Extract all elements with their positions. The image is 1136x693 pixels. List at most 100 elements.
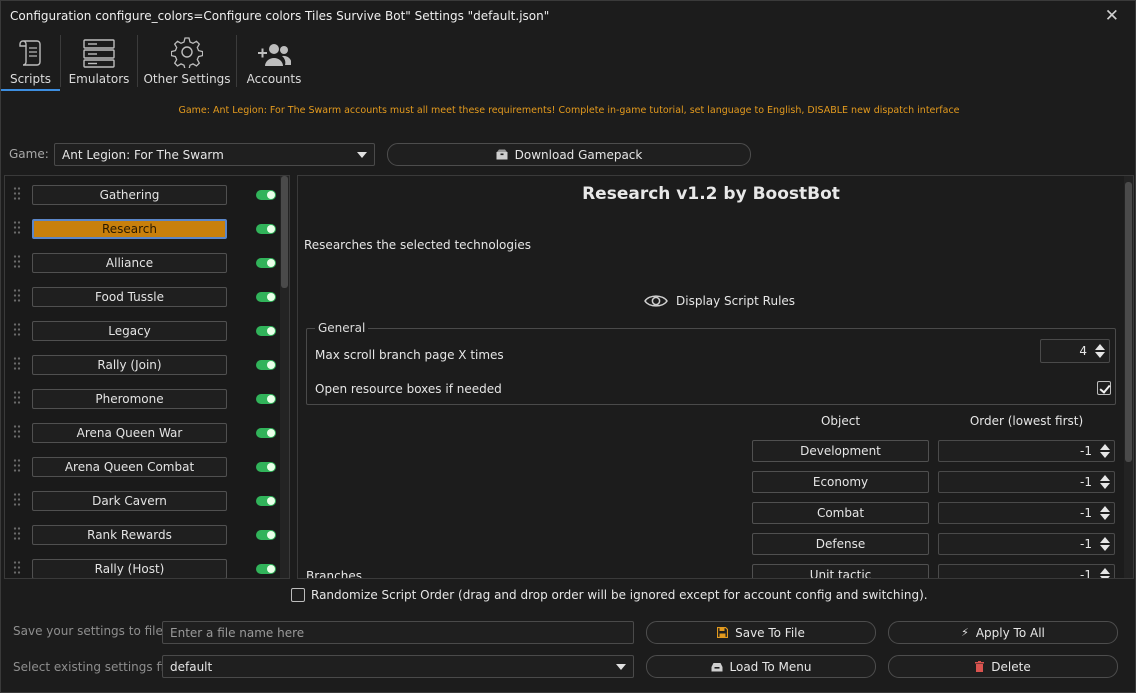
drag-handle-icon[interactable] xyxy=(13,322,21,338)
script-button-gathering[interactable]: Gathering xyxy=(32,185,227,205)
drag-handle-icon[interactable] xyxy=(13,560,21,576)
tab-scripts[interactable]: Scripts xyxy=(1,31,60,91)
list-item: Research xyxy=(5,212,281,246)
list-item: Gathering xyxy=(5,178,281,212)
script-toggle[interactable] xyxy=(256,564,276,574)
stepper-arrows-icon[interactable] xyxy=(1100,506,1110,520)
drag-handle-icon[interactable] xyxy=(13,526,21,542)
general-group: General Max scroll branch page X times 4… xyxy=(306,321,1116,405)
script-button-legacy[interactable]: Legacy xyxy=(32,321,227,341)
load-to-menu-label: Load To Menu xyxy=(729,659,812,674)
script-toggle[interactable] xyxy=(256,462,276,472)
delete-label: Delete xyxy=(991,659,1031,674)
script-toggle[interactable] xyxy=(256,326,276,336)
script-title: Research v1.2 by BoostBot xyxy=(582,184,840,204)
settings-file-select[interactable]: default xyxy=(162,655,634,678)
open-boxes-label: Open resource boxes if needed xyxy=(315,382,502,396)
save-to-file-button[interactable]: Save To File xyxy=(646,621,876,644)
script-toggle[interactable] xyxy=(256,292,276,302)
script-button-rally-join[interactable]: Rally (Join) xyxy=(32,355,227,375)
script-button-food-tussle[interactable]: Food Tussle xyxy=(32,287,227,307)
object-button-unit-tactic[interactable]: Unit tactic xyxy=(752,564,929,578)
object-button-combat[interactable]: Combat xyxy=(752,502,929,524)
drag-handle-icon[interactable] xyxy=(13,492,21,508)
script-toggle[interactable] xyxy=(256,394,276,404)
delete-button[interactable]: Delete xyxy=(888,655,1118,678)
script-button-rank-rewards[interactable]: Rank Rewards xyxy=(32,525,227,545)
lightning-icon: ⚡ xyxy=(961,626,969,639)
open-boxes-checkbox[interactable] xyxy=(1097,381,1111,395)
general-group-title: General xyxy=(315,321,369,335)
drag-handle-icon[interactable] xyxy=(13,254,21,270)
display-script-rules-button[interactable]: Display Script Rules xyxy=(644,293,795,309)
object-button-development[interactable]: Development xyxy=(752,440,929,462)
script-button-dark-cavern[interactable]: Dark Cavern xyxy=(32,491,227,511)
save-settings-label: Save your settings to file xyxy=(13,624,163,638)
package-icon xyxy=(496,149,508,160)
column-header-object: Object xyxy=(820,414,861,428)
randomize-checkbox[interactable] xyxy=(291,588,305,602)
apply-to-all-button[interactable]: ⚡ Apply To All xyxy=(888,621,1118,644)
drag-handle-icon[interactable] xyxy=(13,390,21,406)
script-button-rally-host[interactable]: Rally (Host) xyxy=(32,559,227,578)
list-item: Alliance xyxy=(5,246,281,280)
drag-handle-icon[interactable] xyxy=(13,356,21,372)
script-button-arena-queen-combat[interactable]: Arena Queen Combat xyxy=(32,457,227,477)
max-scroll-label: Max scroll branch page X times xyxy=(315,348,504,362)
order-stepper[interactable]: -1 xyxy=(938,440,1115,462)
list-item: Rally (Join) xyxy=(5,348,281,382)
game-select[interactable]: Ant Legion: For The Swarm xyxy=(54,143,375,166)
download-gamepack-button[interactable]: Download Gamepack xyxy=(387,143,751,166)
order-stepper[interactable]: -1 xyxy=(938,471,1115,493)
order-value: -1 xyxy=(1080,568,1092,579)
drag-handle-icon[interactable] xyxy=(13,220,21,236)
script-button-alliance[interactable]: Alliance xyxy=(32,253,227,273)
file-name-input[interactable]: Enter a file name here xyxy=(162,621,634,644)
max-scroll-stepper[interactable]: 4 xyxy=(1040,339,1110,363)
tab-other-settings-label: Other Settings xyxy=(143,72,231,86)
script-toggle[interactable] xyxy=(256,428,276,438)
config-window: Configuration configure_colors=Configure… xyxy=(0,0,1136,693)
tab-accounts[interactable]: Accounts xyxy=(237,31,311,91)
object-button-economy[interactable]: Economy xyxy=(752,471,929,493)
server-stack-icon xyxy=(83,39,115,68)
drag-handle-icon[interactable] xyxy=(13,458,21,474)
stepper-arrows-icon[interactable] xyxy=(1100,444,1110,458)
main-tabs: Scripts Emulators Other Settings Account… xyxy=(1,31,311,91)
inbox-icon xyxy=(711,662,722,671)
script-toggle[interactable] xyxy=(256,360,276,370)
stepper-arrows-icon[interactable] xyxy=(1100,568,1110,578)
stepper-arrows-icon[interactable] xyxy=(1100,537,1110,551)
close-icon[interactable]: ✕ xyxy=(1105,6,1119,26)
script-button-research[interactable]: Research xyxy=(32,219,227,239)
list-item: Arena Queen War xyxy=(5,416,281,450)
object-button-defense[interactable]: Defense xyxy=(752,533,929,555)
tab-emulators[interactable]: Emulators xyxy=(61,31,137,91)
drag-handle-icon[interactable] xyxy=(13,424,21,440)
list-item: Dark Cavern xyxy=(5,484,281,518)
script-button-pheromone[interactable]: Pheromone xyxy=(32,389,227,409)
stepper-arrows-icon[interactable] xyxy=(1095,344,1105,358)
drag-handle-icon[interactable] xyxy=(13,288,21,304)
order-stepper[interactable]: -1 xyxy=(938,533,1115,555)
load-to-menu-button[interactable]: Load To Menu xyxy=(646,655,876,678)
script-toggle[interactable] xyxy=(256,496,276,506)
script-toggle[interactable] xyxy=(256,190,276,200)
chevron-down-icon xyxy=(357,151,367,158)
drag-handle-icon[interactable] xyxy=(13,186,21,202)
game-select-value: Ant Legion: For The Swarm xyxy=(62,147,224,162)
detail-scrollbar[interactable] xyxy=(1124,176,1133,578)
apply-to-all-label: Apply To All xyxy=(975,625,1045,640)
tab-emulators-label: Emulators xyxy=(68,72,130,86)
stepper-arrows-icon[interactable] xyxy=(1100,475,1110,489)
script-toggle[interactable] xyxy=(256,258,276,268)
script-toggle[interactable] xyxy=(256,530,276,540)
script-list-scrollbar[interactable] xyxy=(280,176,289,578)
script-list: Gathering Research Alliance Food Tussle … xyxy=(4,175,290,579)
order-stepper[interactable]: -1 xyxy=(938,502,1115,524)
tab-other-settings[interactable]: Other Settings xyxy=(138,31,236,91)
order-stepper[interactable]: -1 xyxy=(938,564,1115,579)
script-button-arena-queen-war[interactable]: Arena Queen War xyxy=(32,423,227,443)
script-toggle[interactable] xyxy=(256,224,276,234)
order-value: -1 xyxy=(1080,537,1092,551)
